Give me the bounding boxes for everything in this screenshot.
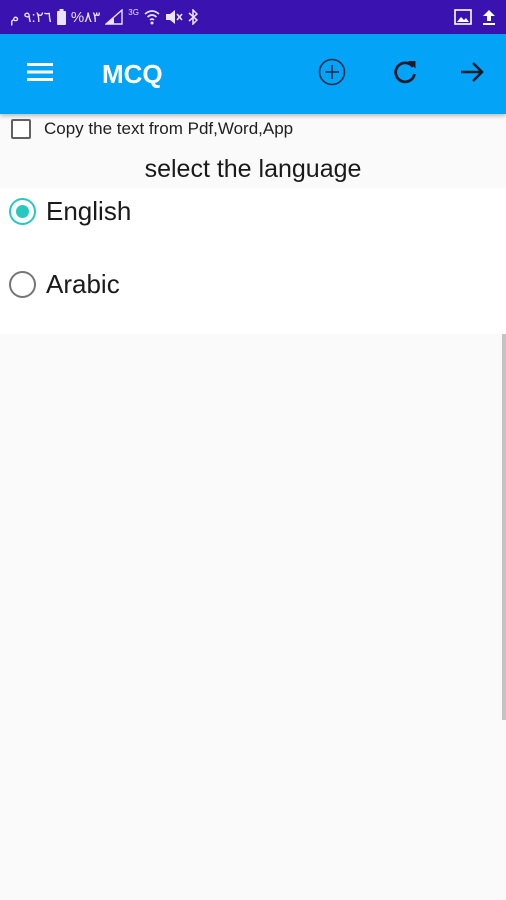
radio-selected-indicator <box>16 204 29 218</box>
add-button[interactable] <box>313 55 351 93</box>
copy-text-label: Copy the text from Pdf,Word,App <box>44 119 294 138</box>
mute-icon <box>165 9 183 25</box>
scrollbar[interactable] <box>502 334 506 720</box>
menu-icon <box>26 61 54 88</box>
language-heading: select the language <box>144 155 362 183</box>
arrow-forward-icon <box>458 58 486 91</box>
bluetooth-icon <box>188 9 198 25</box>
english-radio[interactable] <box>9 197 36 225</box>
upload-icon <box>482 9 496 25</box>
wifi-icon <box>144 9 160 25</box>
menu-button[interactable] <box>22 56 58 92</box>
network-type: 3G <box>128 7 139 17</box>
signal-icon <box>105 9 123 25</box>
refresh-button[interactable] <box>386 55 424 93</box>
arabic-radio[interactable] <box>9 270 36 298</box>
language-option-english[interactable]: English <box>9 193 131 229</box>
refresh-icon <box>391 58 419 91</box>
app-title: MCQ <box>102 59 163 89</box>
status-time: ٩:٢٦ م <box>10 9 52 26</box>
app-bar: MCQ <box>0 34 506 114</box>
copy-text-checkbox[interactable] <box>11 119 31 139</box>
next-button[interactable] <box>453 55 491 93</box>
status-indicators: ٩:٢٦ م %٨٣ 3G <box>10 6 198 28</box>
battery-level: %٨٣ <box>70 9 101 26</box>
status-bar: ٩:٢٦ م %٨٣ 3G <box>0 0 506 34</box>
image-icon <box>454 9 472 25</box>
status-notifications <box>454 6 496 28</box>
arabic-label: Arabic <box>46 268 120 299</box>
language-radio-group: English Arabic <box>0 188 506 334</box>
copy-text-option[interactable]: Copy the text from Pdf,Word,App <box>11 116 293 142</box>
language-option-arabic[interactable]: Arabic <box>9 266 120 302</box>
english-label: English <box>46 195 132 226</box>
add-circle-icon <box>317 57 347 92</box>
battery-icon <box>56 9 66 25</box>
